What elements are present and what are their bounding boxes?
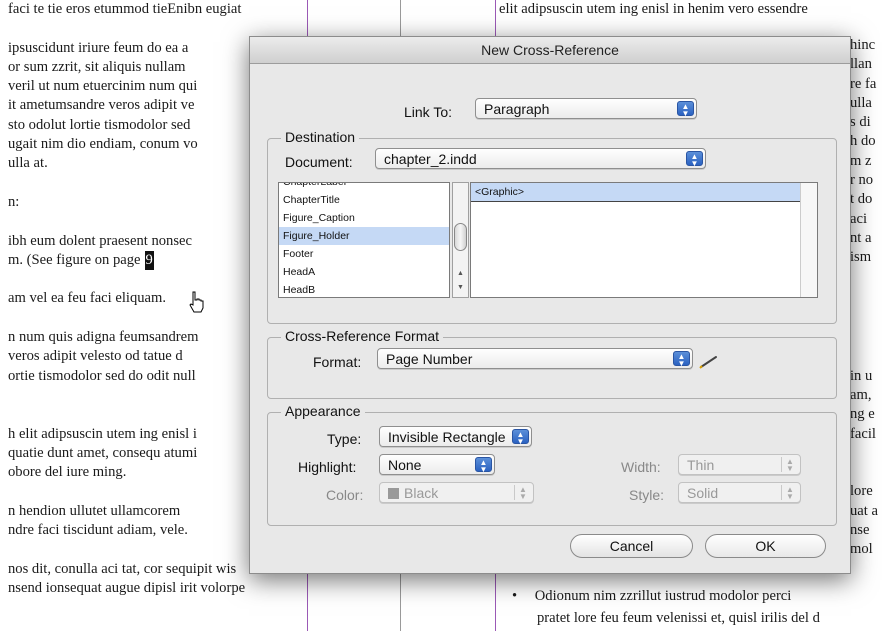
- bullet-item-continuation: pratet lore feu feum velenissi et, quisl…: [537, 610, 820, 626]
- paragraph-list-item[interactable]: <Graphic>: [471, 183, 800, 202]
- bullet-item: • Odionum nim zzrillut iustrud modolor p…: [512, 588, 791, 605]
- style-popup[interactable]: Solid ▲ ▼: [678, 482, 801, 503]
- text-line: h do: [850, 133, 876, 150]
- text-line: t do: [850, 191, 873, 208]
- popup-arrows-icon: ▲ ▼: [512, 429, 529, 446]
- scroll-up-arrow-icon[interactable]: ▲: [453, 267, 468, 281]
- color-label: Color:: [326, 487, 364, 503]
- popup-arrows-icon: ▲ ▼: [781, 457, 798, 473]
- document-value: chapter_2.indd: [384, 151, 477, 167]
- hand-cursor-icon: [189, 291, 204, 313]
- bullet-dot: •: [512, 588, 518, 604]
- popup-arrows-icon: ▲ ▼: [514, 485, 531, 501]
- popup-arrows-icon: ▲ ▼: [686, 151, 703, 168]
- text-line: ism: [850, 249, 872, 266]
- destination-title: Destination: [281, 129, 360, 145]
- link-to-popup[interactable]: Paragraph ▲ ▼: [475, 98, 697, 119]
- width-popup[interactable]: Thin ▲ ▼: [678, 454, 801, 475]
- scrollbar-thumb[interactable]: [454, 223, 467, 251]
- link-to-label: Link To:: [404, 104, 452, 120]
- style-label: Style:: [629, 487, 665, 503]
- color-value: Black: [404, 485, 439, 501]
- style-list-item[interactable]: Figure_Holder: [279, 227, 449, 245]
- text-line: hinc: [850, 37, 876, 53]
- paragraph-list[interactable]: <Graphic>: [470, 182, 818, 298]
- style-list-item[interactable]: ChapterLabel: [279, 183, 449, 191]
- style-list-scrollbar[interactable]: ▲ ▼: [452, 182, 469, 298]
- cancel-button[interactable]: Cancel: [570, 534, 693, 558]
- appearance-title: Appearance: [281, 403, 365, 419]
- document-label: Document:: [285, 154, 353, 170]
- style-list-item[interactable]: ChapterTitle: [279, 191, 449, 209]
- style-list-item[interactable]: Figure_Caption: [279, 209, 449, 227]
- popup-arrows-icon: ▲ ▼: [673, 351, 690, 368]
- type-label: Type:: [327, 431, 362, 447]
- ok-button[interactable]: OK: [705, 534, 826, 558]
- style-list-item[interactable]: Footer: [279, 245, 449, 263]
- color-swatch: [388, 488, 399, 499]
- text-line: m z: [850, 152, 872, 169]
- dialog-title: New Cross-Reference: [250, 37, 850, 64]
- bullet-text: Odionum nim zzrillut iustrud modolor per…: [534, 588, 792, 604]
- text-line: ulla: [850, 94, 872, 111]
- link-to-value: Paragraph: [484, 101, 550, 117]
- popup-arrows-icon: ▲ ▼: [475, 457, 492, 474]
- popup-arrows-icon: ▲ ▼: [677, 101, 694, 118]
- right-edge-text: hinc llan re fa ulla s di h do m z r no t do aci n…: [850, 36, 882, 268]
- color-popup[interactable]: Black ▲ ▼: [379, 482, 534, 503]
- text-line: r no: [850, 172, 874, 189]
- scroll-down-arrow-icon[interactable]: ▼: [453, 281, 468, 295]
- highlight-popup[interactable]: None ▲ ▼: [379, 454, 495, 475]
- type-value: Invisible Rectangle: [388, 429, 506, 445]
- type-popup[interactable]: Invisible Rectangle ▲ ▼: [379, 426, 532, 447]
- width-label: Width:: [621, 459, 661, 475]
- cross-reference-format-title: Cross-Reference Format: [281, 328, 444, 344]
- paragraph-list-scrollbar[interactable]: [800, 183, 817, 297]
- style-value: Solid: [687, 485, 719, 501]
- text-line: s di: [850, 114, 871, 131]
- text-line: re fa: [850, 75, 877, 92]
- text-line: llan: [850, 56, 872, 73]
- paragraph-style-list[interactable]: ChapterLabel ChapterTitle Figure_Caption Fi…: [278, 182, 450, 298]
- format-popup[interactable]: Page Number ▲ ▼: [377, 348, 693, 369]
- cross-reference-marker[interactable]: 9: [144, 250, 154, 271]
- format-label: Format:: [313, 354, 362, 370]
- width-value: Thin: [687, 457, 715, 473]
- text-line: faci te tie eros etummod tieEnibn eugiat: [8, 1, 242, 17]
- document-popup[interactable]: chapter_2.indd ▲ ▼: [375, 148, 706, 169]
- style-list-item[interactable]: HeadA: [279, 263, 449, 281]
- text-line: nt a: [850, 229, 872, 246]
- text-line: aci: [850, 210, 868, 227]
- popup-arrows-icon: ▲ ▼: [781, 485, 798, 501]
- style-list-item[interactable]: HeadB: [279, 281, 449, 297]
- text-line: elit adipsuscin utem ing enisl in henim …: [499, 1, 808, 17]
- new-cross-reference-dialog: New Cross-Reference Link To: Paragraph ▲…: [249, 36, 851, 574]
- highlight-value: None: [388, 457, 422, 473]
- format-value: Page Number: [386, 351, 473, 367]
- text-line: nsend ionsequat augue dipisl irit volorp…: [8, 579, 246, 596]
- highlight-label: Highlight:: [298, 459, 357, 475]
- pencil-edit-icon[interactable]: [699, 355, 719, 369]
